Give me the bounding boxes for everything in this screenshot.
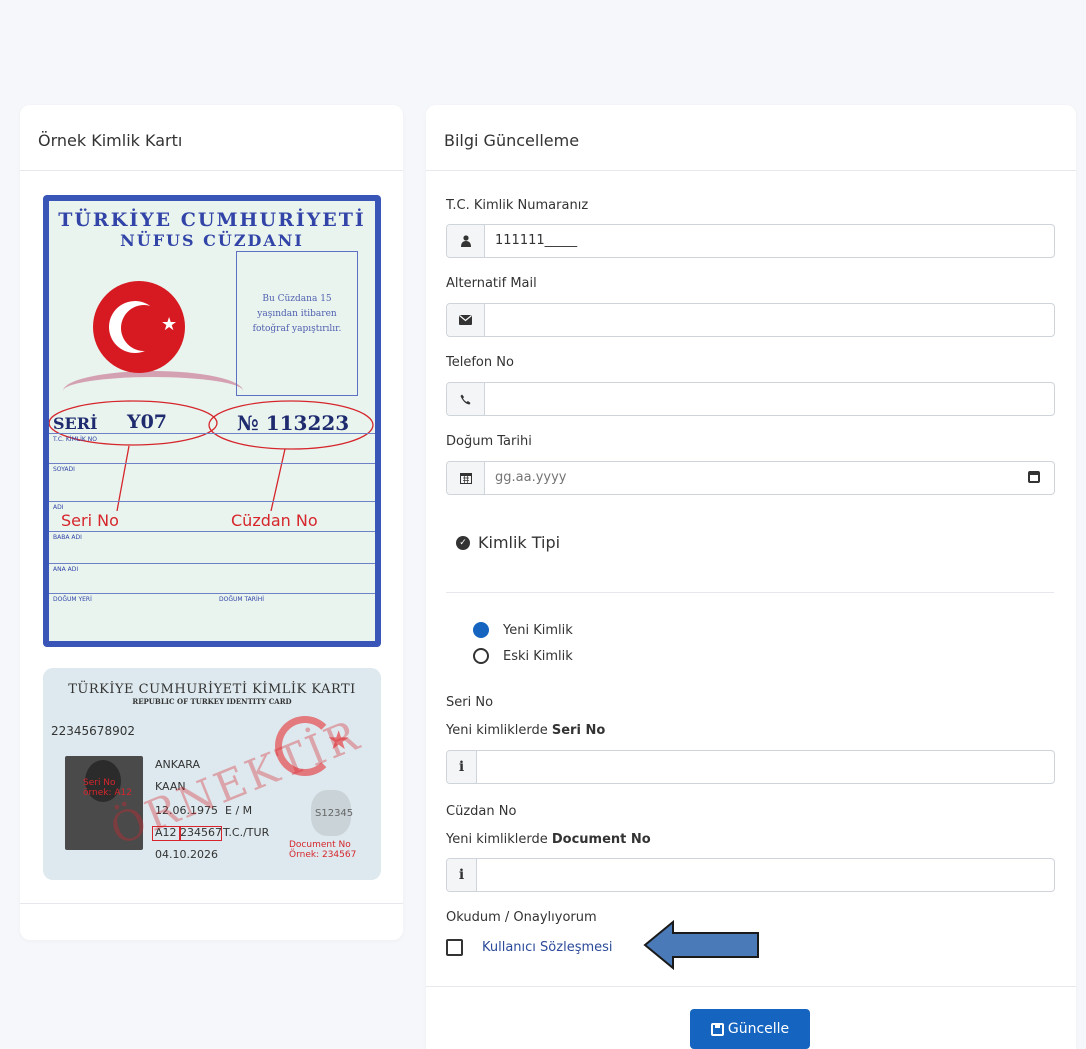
alt-mail-label: Alternatif Mail [446, 276, 537, 291]
new-card-valid: 04.10.2026 [155, 848, 218, 861]
row-mother: ANA ADI [49, 563, 375, 575]
birth-date-input[interactable] [485, 462, 1054, 494]
doc-highlight-box [180, 826, 222, 841]
annotation-cuzdan-no: Cüzdan No [229, 511, 320, 530]
new-card-subtitle: REPUBLIC OF TURKEY IDENTITY CARD [132, 697, 292, 706]
check-circle-icon: ✓ [456, 535, 470, 550]
radio-new-id-label: Yeni Kimlik [503, 622, 573, 638]
birth-date-label: Doğum Tarihi [446, 434, 532, 449]
phone-input[interactable] [485, 383, 1054, 415]
radio-unselected-icon[interactable] [473, 648, 489, 664]
agreement-checkbox[interactable] [446, 939, 463, 956]
seri-no-input-group: i [446, 750, 1055, 784]
seri-no-label: Seri No [446, 695, 494, 710]
seri-no-hint: Yeni kimliklerde Seri No [446, 723, 605, 738]
info-icon: i [447, 751, 477, 783]
radio-selected-icon[interactable] [473, 622, 489, 638]
agreement-row[interactable]: Kullanıcı Sözleşmesi [446, 939, 613, 956]
user-icon [447, 225, 485, 257]
cuzdan-hint-bold: Document No [551, 832, 651, 847]
seri-no-input[interactable] [477, 751, 1054, 783]
form-footer-divider [426, 986, 1076, 987]
cuzdan-no-label: Cüzdan No [446, 804, 517, 819]
id-type-label: Kimlik Tipi [478, 533, 561, 552]
new-card-tc: 22345678902 [51, 724, 135, 738]
update-button-label: Güncelle [727, 1021, 790, 1037]
info-icon: i [447, 859, 477, 891]
save-icon [710, 1022, 724, 1036]
new-id-card-image: TÜRKİYE CUMHURİYETİ KİMLİK KARTI REPUBLI… [43, 668, 381, 880]
row-surname: SOYADI [49, 463, 375, 475]
left-card-footer [20, 903, 403, 904]
arrow-left-icon [643, 920, 759, 970]
row-birthplace: DOĞUM YERİ [53, 596, 92, 603]
annotation-doc-2: Örnek: 234567 [289, 850, 357, 860]
cuzdan-no-hint: Yeni kimliklerde Document No [446, 832, 651, 847]
seri-hint-prefix: Yeni kimliklerde [446, 723, 552, 738]
update-button[interactable]: Güncelle [690, 1009, 810, 1049]
new-card-surname: ANKARA [155, 758, 201, 771]
hologram-text: S12345 [315, 808, 354, 819]
radio-old-id[interactable]: Eski Kimlik [473, 648, 573, 664]
envelope-icon [447, 304, 485, 336]
phone-input-group [446, 382, 1055, 416]
id-type-divider [446, 592, 1054, 593]
new-card-nationality: T.C./TUR [223, 826, 270, 839]
cuzdan-no-input[interactable] [477, 859, 1054, 891]
update-info-panel: Bilgi Güncelleme T.C. Kimlik Numaranız A… [426, 105, 1076, 1049]
alt-mail-input[interactable] [485, 304, 1054, 336]
annotation-doc-no: Document No Örnek: 234567 [289, 840, 356, 860]
date-picker-icon[interactable] [1028, 471, 1040, 483]
id-type-heading: ✓ Kimlik Tipi [456, 533, 560, 552]
radio-old-id-label: Eski Kimlik [503, 648, 573, 664]
tc-input-group [446, 224, 1055, 258]
seri-hint-bold: Seri No [551, 723, 606, 738]
seri-highlight-box [152, 826, 180, 841]
row-father: BABA ADI [49, 531, 375, 543]
consent-label: Okudum / Onaylıyorum [446, 910, 597, 925]
birth-date-input-group [446, 461, 1055, 495]
annotation-seri-1: Seri No [83, 778, 116, 788]
annotation-seri-no-new: Seri No örnek: A12 [83, 778, 132, 798]
calendar-icon [447, 462, 485, 494]
cuzdan-hint-prefix: Yeni kimliklerde [446, 832, 552, 847]
sample-id-card-title: Örnek Kimlik Kartı [20, 105, 403, 171]
tc-input[interactable] [485, 225, 1054, 257]
row-birth: DOĞUM YERİ DOĞUM TARİHİ [49, 593, 375, 605]
annotation-seri-2: örnek: A12 [83, 788, 133, 798]
sample-id-card-panel: Örnek Kimlik Kartı TÜRKİYE CUMHURİYETİ N… [20, 105, 403, 940]
phone-label: Telefon No [446, 355, 514, 370]
cuzdan-no-input-group: i [446, 858, 1055, 892]
annotation-seri-no: Seri No [59, 511, 121, 530]
annotation-doc-1: Document No [289, 840, 351, 850]
tc-label: T.C. Kimlik Numaranız [446, 198, 589, 213]
annotation-overlay [49, 400, 374, 512]
old-id-card-image: TÜRKİYE CUMHURİYETİ NÜFUS CÜZDANI ★ Bu C… [43, 195, 381, 647]
radio-new-id[interactable]: Yeni Kimlik [473, 622, 573, 638]
new-card-title: TÜRKİYE CUMHURİYETİ KİMLİK KARTI [68, 682, 356, 697]
row-tc: T.C. KİMLİK NO [49, 433, 375, 445]
agreement-link[interactable]: Kullanıcı Sözleşmesi [482, 940, 613, 955]
update-info-title: Bilgi Güncelleme [426, 105, 1076, 171]
phone-icon [447, 383, 485, 415]
row-birthdate: DOĞUM TARİHİ [219, 596, 264, 603]
alt-mail-input-group [446, 303, 1055, 337]
